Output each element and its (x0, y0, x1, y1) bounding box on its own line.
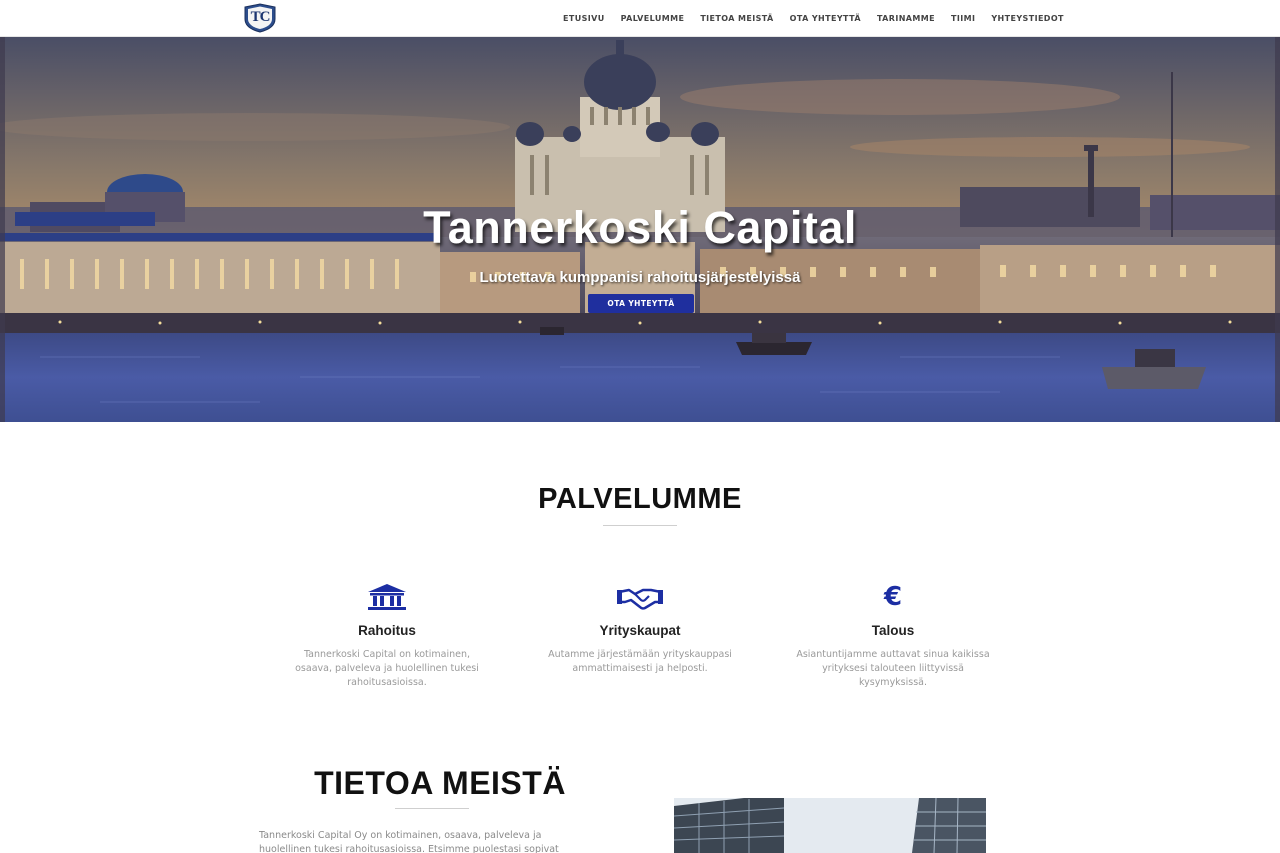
about-section-title: TIETOA MEISTÄ (314, 765, 566, 801)
logo-text: TC (250, 9, 271, 25)
menu-item-etusivu[interactable]: ETUSIVU (563, 14, 605, 23)
menu-item-ota-yhteytta[interactable]: OTA YHTEYTTÄ (790, 14, 861, 23)
service-description: Autamme järjestämään yrityskauppasi amma… (548, 649, 732, 674)
about-building-image (674, 798, 986, 853)
about-title-divider (395, 808, 469, 809)
menu-item-tietoa-meista[interactable]: TIETOA MEISTÄ (700, 14, 773, 23)
euro-icon: € (883, 582, 903, 612)
service-card-talous: € Talous Asiantuntijamme auttavat sinua … (793, 582, 993, 690)
handshake-icon (540, 582, 740, 610)
service-name: Rahoitus (358, 623, 416, 638)
contact-cta-button[interactable]: OTA YHTEYTTÄ (588, 294, 694, 313)
bank-icon (287, 582, 487, 610)
main-menu: ETUSIVU PALVELUMME TIETOA MEISTÄ OTA YHT… (555, 0, 1072, 37)
services-section-title: PALVELUMME (538, 483, 742, 515)
service-card-yrityskaupat: Yrityskaupat Autamme järjestämään yritys… (540, 582, 740, 676)
hero-banner: Tannerkoski Capital Luotettava kumppanis… (0, 37, 1280, 422)
service-description: Asiantuntijamme auttavat sinua kaikissa … (796, 649, 990, 688)
menu-item-tarinamme[interactable]: TARINAMME (877, 14, 935, 23)
menu-item-yhteystiedot[interactable]: YHTEYSTIEDOT (991, 14, 1064, 23)
logo[interactable]: TC (242, 3, 278, 33)
service-name: Yrityskaupat (599, 623, 681, 638)
top-navbar: TC ETUSIVU PALVELUMME TIETOA MEISTÄ OTA … (0, 0, 1280, 37)
service-card-rahoitus: Rahoitus Tannerkoski Capital on kotimain… (287, 582, 487, 690)
menu-item-palvelumme[interactable]: PALVELUMME (621, 14, 685, 23)
hero-subtitle: Luotettava kumppanisi rahoitusjärjestely… (479, 269, 801, 286)
about-text: Tannerkoski Capital Oy on kotimainen, os… (259, 830, 559, 853)
services-title-divider (603, 525, 677, 526)
service-name: Talous (871, 623, 915, 638)
service-description: Tannerkoski Capital on kotimainen, osaav… (295, 649, 479, 688)
hero-title: Tannerkoski Capital (423, 202, 857, 253)
menu-item-tiimi[interactable]: TIIMI (951, 14, 975, 23)
